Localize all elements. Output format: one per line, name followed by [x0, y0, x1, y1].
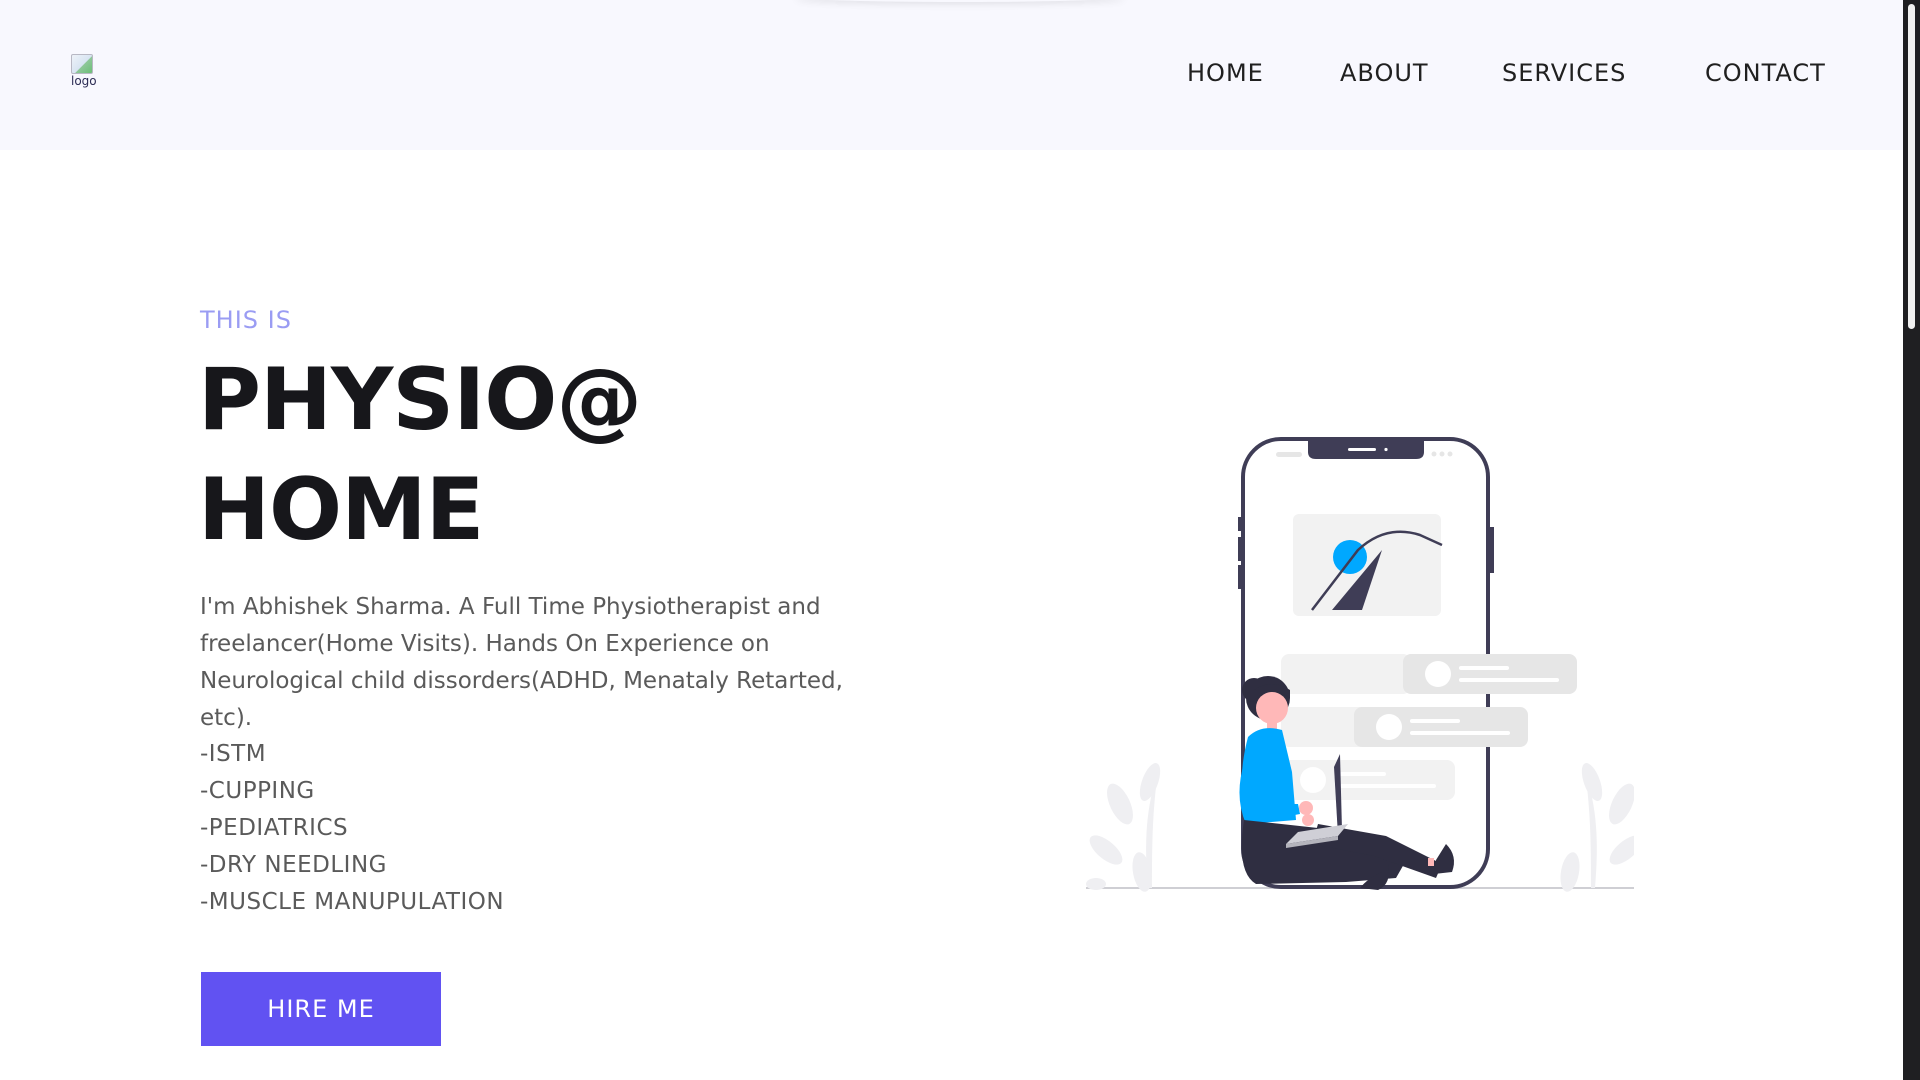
scrollbar-thumb[interactable]: [1908, 4, 1915, 329]
site-header: logo HOME ABOUT SERVICES CONTACT: [0, 0, 1903, 150]
skill-item: -ISTM: [200, 741, 267, 767]
page-viewport: logo HOME ABOUT SERVICES CONTACT THIS IS…: [0, 0, 1903, 1080]
hero-title-line2: HOME: [198, 460, 484, 560]
hero-title-line1: PHYSIO@: [198, 350, 642, 450]
skills-list: -ISTM -CUPPING -PEDIATRICS -DRY NEEDLING…: [200, 736, 504, 921]
nav-home[interactable]: HOME: [1187, 59, 1264, 87]
vertical-scrollbar[interactable]: [1903, 0, 1920, 1080]
skill-item: -DRY NEEDLING: [200, 852, 387, 878]
nav-services[interactable]: SERVICES: [1502, 59, 1626, 87]
nav-contact[interactable]: CONTACT: [1705, 59, 1826, 87]
broken-image-icon: [71, 54, 93, 74]
hire-me-button[interactable]: HIRE ME: [201, 972, 441, 1046]
header-shadow: [795, 0, 1125, 2]
skill-item: -CUPPING: [200, 778, 315, 804]
logo[interactable]: logo: [71, 54, 105, 96]
hero-eyebrow: THIS IS: [200, 306, 292, 334]
woman-with-laptop-illustration: [1086, 437, 1634, 892]
skill-item: -MUSCLE MANUPULATION: [200, 889, 505, 915]
hero-description: I'm Abhishek Sharma. A Full Time Physiot…: [200, 594, 843, 731]
hero-title: PHYSIO@ HOME: [198, 345, 642, 565]
logo-alt-text: logo: [71, 74, 97, 88]
nav-about[interactable]: ABOUT: [1340, 59, 1429, 87]
skill-item: -PEDIATRICS: [200, 815, 349, 841]
